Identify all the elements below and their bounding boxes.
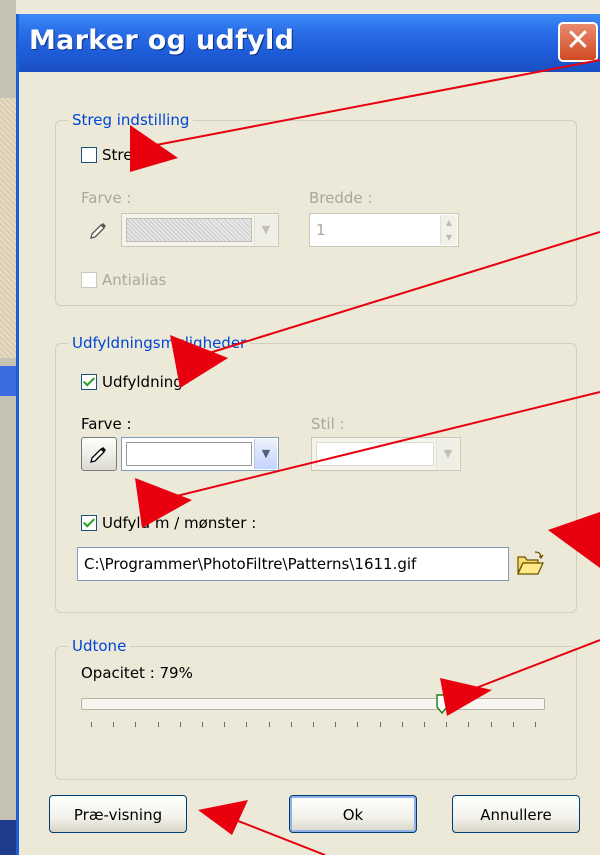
antialias-label: Antialias [102, 271, 167, 289]
eyedropper-icon [90, 223, 106, 239]
stroke-eyedropper-button[interactable] [81, 213, 117, 247]
stroke-checkbox[interactable] [81, 147, 97, 163]
pattern-path-input[interactable]: C:\Programmer\PhotoFiltre\Patterns\1611.… [77, 547, 509, 581]
folder-open-icon [517, 551, 544, 575]
browse-pattern-button[interactable] [515, 549, 545, 579]
close-button[interactable]: ✕ [558, 22, 598, 62]
slider-tick [335, 722, 336, 727]
fill-checkbox[interactable] [81, 374, 97, 390]
stroke-group-legend: Streg indstilling [68, 111, 194, 129]
slider-tick [313, 722, 314, 727]
slider-tick [535, 722, 536, 727]
slider-tick [135, 722, 136, 727]
fill-color-label: Farve : [81, 415, 132, 433]
stroke-width-label: Bredde : [309, 189, 373, 207]
cancel-button[interactable]: Annullere [452, 795, 580, 833]
slider-tick [91, 722, 92, 727]
title-bar[interactable]: Marker og udfyld ✕ [19, 14, 600, 72]
stroke-width-value: 1 [316, 221, 326, 239]
fill-style-combo[interactable]: ▼ [311, 437, 461, 471]
slider-thumb-icon[interactable] [436, 694, 448, 714]
background-texture [0, 98, 16, 358]
slider-tick [291, 722, 292, 727]
slider-tick [491, 722, 492, 727]
antialias-checkbox-row[interactable]: Antialias [81, 271, 166, 289]
background-app-strip [0, 0, 16, 855]
opacity-slider-track[interactable] [81, 698, 545, 710]
fill-checkbox-row[interactable]: Udfyldning [81, 373, 183, 391]
slider-tick [357, 722, 358, 727]
fill-color-combo[interactable]: ▼ [121, 437, 279, 471]
slider-tick [269, 722, 270, 727]
fill-checkbox-label: Udfyldning [102, 373, 183, 391]
stroke-color-label: Farve : [81, 189, 132, 207]
slider-tick [402, 722, 403, 727]
fill-eyedropper-button[interactable] [81, 437, 117, 471]
fill-group-legend: Udfyldningsmuligheder [68, 334, 251, 352]
stroke-width-spinner[interactable]: 1 ▲ ▼ [309, 213, 459, 247]
dialog-window: Marker og udfyld ✕ Streg indstilling Str… [16, 14, 600, 855]
slider-tick [468, 722, 469, 727]
dialog-title: Marker og udfyld [29, 25, 295, 56]
slider-tick [113, 722, 114, 727]
opacity-slider[interactable] [81, 692, 545, 736]
pattern-checkbox-row[interactable]: Udfyld m / mønster : [81, 514, 256, 532]
opacity-label: Opacitet : 79% [81, 664, 193, 682]
preview-button[interactable]: Præ-visning [49, 795, 187, 833]
pattern-checkbox-label: Udfyld m / mønster : [102, 514, 257, 532]
stroke-color-combo[interactable]: ▼ [121, 213, 279, 247]
slider-tick [446, 722, 447, 727]
pattern-path-value: C:\Programmer\PhotoFiltre\Patterns\1611.… [84, 555, 417, 573]
dialog-content: Streg indstilling Streg Farve : Bredde :… [19, 72, 600, 855]
slider-tick [424, 722, 425, 727]
spinner-arrows-icon[interactable]: ▲ ▼ [440, 215, 457, 245]
stroke-checkbox-label: Streg [102, 146, 142, 164]
antialias-checkbox[interactable] [81, 272, 97, 288]
slider-tick [246, 722, 247, 727]
pattern-checkbox[interactable] [81, 515, 97, 531]
ok-button[interactable]: Ok [289, 795, 417, 833]
opacity-slider-ticks [81, 722, 545, 730]
background-taskbar [0, 820, 16, 855]
eyedropper-icon [90, 447, 106, 463]
slider-tick [513, 722, 514, 727]
close-icon: ✕ [565, 23, 591, 58]
slider-tick [380, 722, 381, 727]
slider-tick [158, 722, 159, 727]
slider-tick [202, 722, 203, 727]
fade-group-legend: Udtone [68, 637, 131, 655]
chevron-down-icon[interactable]: ▼ [254, 439, 277, 469]
fill-style-label: Stil : [311, 415, 345, 433]
slider-tick [180, 722, 181, 727]
background-selection [0, 366, 16, 396]
chevron-down-icon[interactable]: ▼ [254, 215, 277, 245]
stroke-checkbox-row[interactable]: Streg [81, 146, 142, 164]
slider-tick [224, 722, 225, 727]
chevron-down-icon[interactable]: ▼ [436, 439, 459, 469]
